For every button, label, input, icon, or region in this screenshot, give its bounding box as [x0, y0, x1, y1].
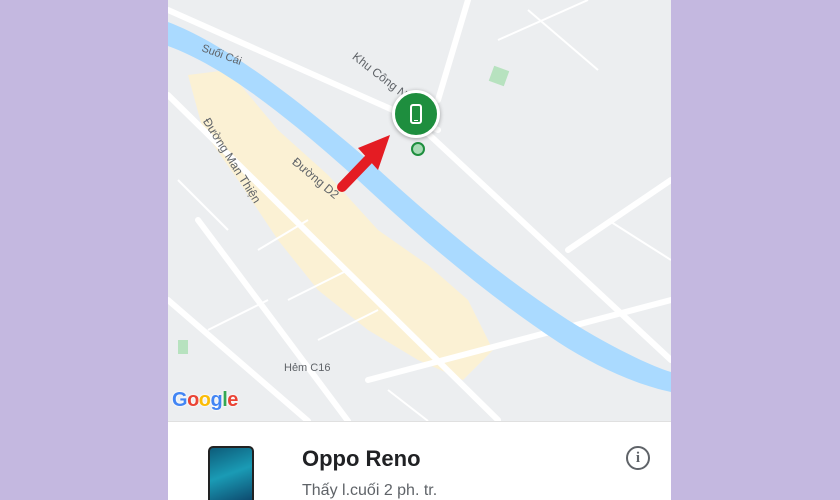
park-area [488, 65, 510, 87]
map-view[interactable]: Suối Cái Khu Công N Đường Man Thiện Đườn… [168, 0, 671, 421]
street-label-hem-c16: Hẻm C16 [284, 362, 331, 374]
last-seen-status: Thấy l.cuối 2 ph. tr. [302, 482, 438, 499]
smartphone-icon [410, 104, 422, 124]
park-area [178, 340, 188, 354]
device-thumbnail [208, 446, 254, 500]
google-logo: Google [172, 389, 238, 411]
device-name: Oppo Reno [302, 446, 421, 471]
location-accuracy-dot [411, 142, 425, 156]
urban-area [188, 70, 493, 380]
phone-screen: Suối Cái Khu Công N Đường Man Thiện Đườn… [168, 0, 671, 500]
info-icon[interactable]: i [626, 446, 650, 470]
device-location-marker[interactable] [392, 90, 440, 138]
map-canvas [168, 0, 671, 421]
device-card[interactable]: Oppo Reno Thấy l.cuối 2 ph. tr. i [168, 421, 671, 500]
